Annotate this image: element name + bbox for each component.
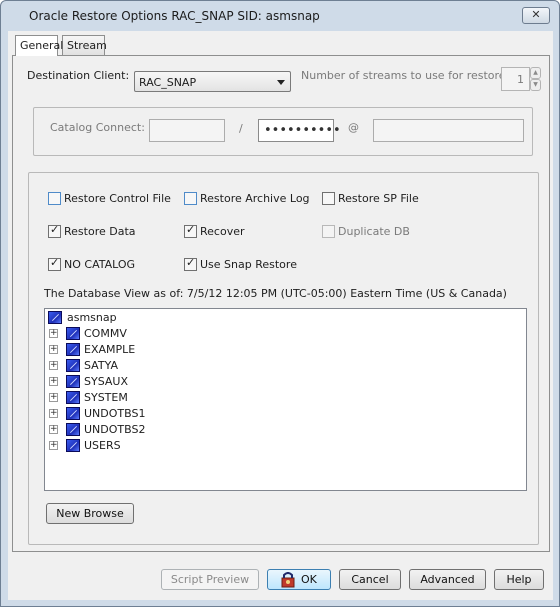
- close-button[interactable]: ✕: [522, 7, 550, 24]
- destination-client-select[interactable]: RAC_SNAP: [134, 71, 291, 92]
- catalog-service-field[interactable]: [373, 119, 524, 142]
- expand-icon[interactable]: +: [49, 345, 58, 354]
- restore-options-group: Restore Control File Restore Archive Log…: [28, 172, 539, 545]
- duplicate-db-checkbox[interactable]: [322, 225, 335, 238]
- general-panel: Destination Client: RAC_SNAP Number of s…: [12, 55, 550, 552]
- tree-item-label: EXAMPLE: [84, 343, 136, 356]
- destination-client-value: RAC_SNAP: [139, 76, 197, 89]
- streams-stepper: 1 ▲ ▼: [501, 67, 542, 91]
- no-catalog-checkbox[interactable]: ✓: [48, 256, 61, 271]
- database-tree[interactable]: asmsnap + COMMV + EXAMPLE + SATYA + SYSA…: [44, 308, 527, 491]
- expand-icon[interactable]: +: [49, 377, 58, 386]
- new-browse-button[interactable]: New Browse: [46, 503, 134, 524]
- tree-item-label: COMMV: [84, 327, 127, 340]
- expand-icon[interactable]: +: [49, 409, 58, 418]
- tree-item-label: UNDOTBS2: [84, 423, 146, 436]
- restore-control-file-checkbox[interactable]: [48, 192, 61, 205]
- use-snap-restore-checkbox[interactable]: ✓: [184, 256, 197, 271]
- tablespace-icon: [66, 391, 80, 404]
- tree-item-label: SATYA: [84, 359, 118, 372]
- catalog-user-field[interactable]: [149, 119, 225, 142]
- chevron-down-icon: [277, 80, 285, 85]
- tablespace-icon: [66, 343, 80, 356]
- tree-item-label: SYSTEM: [84, 391, 128, 404]
- restore-control-file-label: Restore Control File: [64, 192, 171, 205]
- cancel-button[interactable]: Cancel: [339, 569, 401, 590]
- title-bar[interactable]: Oracle Restore Options RAC_SNAP SID: asm…: [1, 1, 559, 31]
- tree-item-label: USERS: [84, 439, 121, 452]
- restore-sp-file-label: Restore SP File: [338, 192, 419, 205]
- help-button[interactable]: Help: [494, 569, 544, 590]
- restore-data-label: Restore Data: [64, 225, 136, 238]
- password-mask: ••••••••••: [264, 123, 341, 138]
- restore-data-checkbox[interactable]: ✓: [48, 223, 61, 238]
- tablespace-icon: [66, 439, 80, 452]
- tab-general-label: General: [20, 39, 64, 52]
- catalog-password-field[interactable]: ••••••••••: [258, 119, 341, 142]
- tab-stream-label: Stream: [67, 39, 107, 52]
- use-snap-restore-label: Use Snap Restore: [200, 258, 297, 271]
- tablespace-icon: [66, 359, 80, 372]
- database-view-label: The Database View as of: 7/5/12 12:05 PM…: [44, 287, 507, 300]
- recover-checkbox[interactable]: ✓: [184, 223, 197, 238]
- no-catalog-label: NO CATALOG: [64, 258, 136, 271]
- restore-options-dialog: Oracle Restore Options RAC_SNAP SID: asm…: [0, 0, 560, 607]
- ok-button[interactable]: OK: [267, 569, 331, 590]
- expand-icon[interactable]: +: [49, 441, 58, 450]
- close-icon: ✕: [531, 8, 541, 21]
- ok-label: OK: [301, 573, 317, 586]
- tree-item-label: SYSAUX: [84, 375, 128, 388]
- stepper-up-button[interactable]: ▲: [530, 67, 541, 79]
- recover-label: Recover: [200, 225, 245, 238]
- tablespace-icon: [66, 407, 80, 420]
- tab-stream[interactable]: Stream: [62, 35, 107, 55]
- script-preview-button[interactable]: Script Preview: [161, 569, 259, 590]
- expand-icon[interactable]: +: [49, 361, 58, 370]
- tablespace-icon: [66, 375, 80, 388]
- restore-icon: [281, 572, 295, 588]
- expand-icon[interactable]: +: [49, 393, 58, 402]
- advanced-button[interactable]: Advanced: [409, 569, 486, 590]
- destination-client-label: Destination Client:: [27, 69, 130, 82]
- catalog-connect-label: Catalog Connect:: [50, 121, 145, 134]
- tab-general[interactable]: General: [15, 35, 63, 56]
- catalog-connect-group: Catalog Connect: / •••••••••• @: [33, 107, 533, 156]
- tree-root-label: asmsnap: [67, 311, 117, 324]
- tablespace-icon: [66, 423, 80, 436]
- tablespace-icon: [66, 327, 80, 340]
- dialog-client: General Stream Destination Client: RAC_S…: [8, 31, 553, 600]
- expand-icon[interactable]: +: [49, 329, 58, 338]
- tree-item-label: UNDOTBS1: [84, 407, 146, 420]
- catalog-slash: /: [239, 122, 243, 135]
- stepper-down-button[interactable]: ▼: [530, 79, 541, 91]
- streams-input[interactable]: 1: [501, 67, 530, 91]
- catalog-at: @: [348, 121, 359, 134]
- restore-sp-file-checkbox[interactable]: [322, 192, 335, 205]
- restore-archive-log-checkbox[interactable]: [184, 192, 197, 205]
- streams-label: Number of streams to use for restore:: [301, 69, 510, 82]
- window-title: Oracle Restore Options RAC_SNAP SID: asm…: [29, 9, 320, 23]
- restore-archive-log-label: Restore Archive Log: [200, 192, 310, 205]
- duplicate-db-label: Duplicate DB: [338, 225, 410, 238]
- expand-icon[interactable]: +: [49, 425, 58, 434]
- database-icon: [48, 311, 62, 324]
